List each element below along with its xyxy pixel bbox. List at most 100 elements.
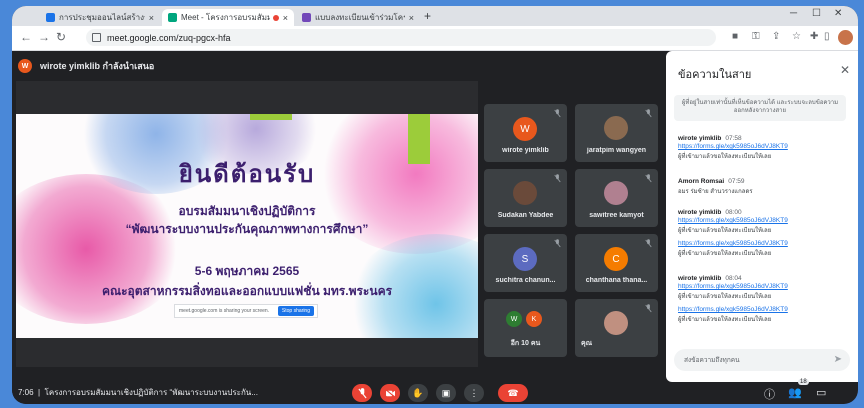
meeting-details-icon[interactable]: ⓘ [764,386,775,402]
chat-message: wirote yimklib 08:00 https://forms.gle/xg… [678,209,848,258]
others-tile[interactable]: W K อีก 10 คน [484,299,567,357]
message-text: ผู้ที่เข้ามาแล้วขอให้ลงทะเบียนให้เลย [678,154,772,160]
hang-up-icon: ☎ [507,387,519,398]
close-chat-icon[interactable]: ✕ [840,63,850,77]
camera-indicator-icon[interactable]: ■ [732,31,738,42]
participant-avatar: K [526,311,542,327]
present-icon: ▣ [441,387,451,398]
participant-name: jaratpim wangyen [586,147,647,154]
mic-off-icon [645,174,652,183]
chat-input[interactable]: ส่งข้อความถึงทุกคน ➤ [674,349,850,371]
present-button[interactable]: ▣ [436,384,456,402]
message-text: ผู้ที่เข้ามาแล้วขอให้ลงทะเบียนให้เลย [678,251,772,257]
forms-favicon [302,13,311,22]
participant-tile[interactable]: jaratpim wangyen [575,104,658,162]
new-tab-button[interactable]: + [424,9,431,23]
slide-title: ยินดีต้อนรับ [178,161,316,188]
back-icon[interactable]: ← [20,30,32,44]
participant-name: chanthana thana... [585,277,648,284]
message-sender: Amorn Romsai [678,178,725,185]
participant-name: sawitree kamyot [589,212,644,219]
message-link[interactable]: https://forms.gle/xgk5985oJ6dVJ8KT9 [678,283,848,290]
mic-off-icon [357,387,367,398]
profile-avatar[interactable] [838,30,853,45]
bookmark-star-icon[interactable]: ☆ [792,31,801,42]
mic-off-icon [645,239,652,248]
message-text: อมร ร่มซ้าย สำนวรางแกลดร [678,189,753,195]
participant-photo [604,181,628,205]
stop-sharing-button[interactable]: Stop sharing [277,306,314,316]
tab-1[interactable]: การประชุมออนไลน์สร้างระบบการ × [40,9,160,26]
tab-close-icon[interactable]: × [149,13,154,23]
mic-off-icon [554,239,561,248]
meeting-title: โครงการอบรมสัมมนาเชิงปฏิบัติการ “พัฒนาระ… [44,388,258,397]
message-time: 07:59 [728,178,745,185]
chat-title: ข้อความในสาย [678,69,752,81]
recording-dot-icon [272,14,279,21]
chat-panel: ข้อความในสาย ✕ ผู้ที่อยู่ในสายเท่านั้นที… [666,51,858,382]
tab-3[interactable]: แบบลงทะเบียนเข้าร่วมโครงการ อบรม... × [296,9,420,26]
chat-message: Amorn Romsai 07:59 อมร ร่มซ้าย สำนวรางแกล… [678,178,848,196]
meeting-time: 7:06 [18,388,34,397]
self-tile[interactable]: คุณ [575,299,658,357]
mic-off-icon [645,109,652,118]
participant-tile[interactable]: sawitree kamyot [575,169,658,227]
minimize-icon[interactable]: ─ [790,8,797,19]
participant-avatar: W [513,117,537,141]
chat-message: wirote yimklib 08:04 https://forms.gle/xg… [678,275,848,324]
key-icon[interactable]: ⚿ [752,31,760,42]
meeting-controls-bar: 7:06 | โครงการอบรมสัมมนาเชิงปฏิบัติการ “… [12,379,858,404]
address-bar: ← → ↻ meet.google.com/zuq-pgcx-hfa ■ ⚿ ⇪… [12,26,858,51]
chat-notice: ผู้ที่อยู่ในสายเท่านั้นที่เห็นข้อความได้… [674,95,846,121]
message-link[interactable]: https://forms.gle/xgk5985oJ6dVJ8KT9 [678,306,848,313]
tab-close-icon[interactable]: × [409,13,414,23]
raise-hand-button[interactable]: ✋ [408,384,428,402]
mic-off-icon [554,109,561,118]
participant-tile[interactable]: W wirote yimklib [484,104,567,162]
browser-window: การประชุมออนไลน์สร้างระบบการ × Meet - โค… [12,6,858,404]
camera-toggle-button[interactable] [380,384,400,402]
reload-icon[interactable]: ↻ [56,30,66,44]
participant-avatar: C [604,247,628,271]
extensions-icon[interactable]: ✚ [810,31,818,42]
participant-name: suchitra chanun... [495,277,556,284]
tab-2-active[interactable]: Meet - โครงการอบรมสัมมนาเชิงฯ × [162,9,294,26]
message-link[interactable]: https://forms.gle/xgk5985oJ6dVJ8KT9 [678,240,848,247]
share-notice-text: meet.google.com is sharing your screen. [179,308,270,314]
screen-share-area[interactable]: ยินดีต้อนรับ อบรมสัมมนาเชิงปฏิบัติการ “พ… [16,81,478,367]
chat-icon[interactable]: ▭ [816,386,826,399]
people-icon[interactable]: 👥 [788,386,802,399]
green-bar-decoration [250,114,292,120]
message-sender: wirote yimklib [678,209,722,216]
presenter-label: wirote yimklib กำลังนำเสนอ [40,61,155,71]
close-window-icon[interactable]: ✕ [834,8,842,19]
participant-avatar: W [506,311,522,327]
message-time: 08:04 [725,275,742,282]
participant-tile[interactable]: Sudakan Yabdee [484,169,567,227]
sidepanel-icon[interactable]: ▯ [824,31,830,42]
participant-tile[interactable]: C chanthana thana... [575,234,658,292]
forward-icon[interactable]: → [38,30,50,44]
slide-line-4: 5-6 พฤษภาคม 2565 [194,264,300,278]
mic-toggle-button[interactable] [352,384,372,402]
maximize-icon[interactable]: ☐ [812,8,821,19]
share-icon[interactable]: ⇪ [772,31,780,42]
tab-close-icon[interactable]: × [283,13,288,23]
message-link[interactable]: https://forms.gle/xgk5985oJ6dVJ8KT9 [678,217,848,224]
tab-label: การประชุมออนไลน์สร้างระบบการ [59,13,145,22]
hand-icon: ✋ [412,387,424,398]
slide-line-3: “พัฒนาระบบงานประกันคุณภาพทางการศึกษา” [125,222,369,236]
participant-tile[interactable]: S suchitra chanun... [484,234,567,292]
others-count: อีก 10 คน [510,340,541,347]
tab-label: แบบลงทะเบียนเข้าร่วมโครงการ อบรม... [315,13,405,22]
chat-message: wirote yimklib 07:58 https://forms.gle/xg… [678,135,848,161]
message-link[interactable]: https://forms.gle/xgk5985oJ6dVJ8KT9 [678,143,848,150]
meeting-info: 7:06 | โครงการอบรมสัมมนาเชิงปฏิบัติการ “… [18,388,258,397]
end-call-button[interactable]: ☎ [498,384,528,402]
presentation-slide: ยินดีต้อนรับ อบรมสัมมนาเชิงปฏิบัติการ “พ… [16,114,478,338]
more-options-button[interactable]: ⋮ [464,384,484,402]
message-text: ผู้ที่เข้ามาแล้วขอให้ลงทะเบียนให้เลย [678,294,772,300]
url-field[interactable]: meet.google.com/zuq-pgcx-hfa [86,29,716,46]
url-text: meet.google.com/zuq-pgcx-hfa [107,32,231,43]
send-icon[interactable]: ➤ [834,354,842,365]
